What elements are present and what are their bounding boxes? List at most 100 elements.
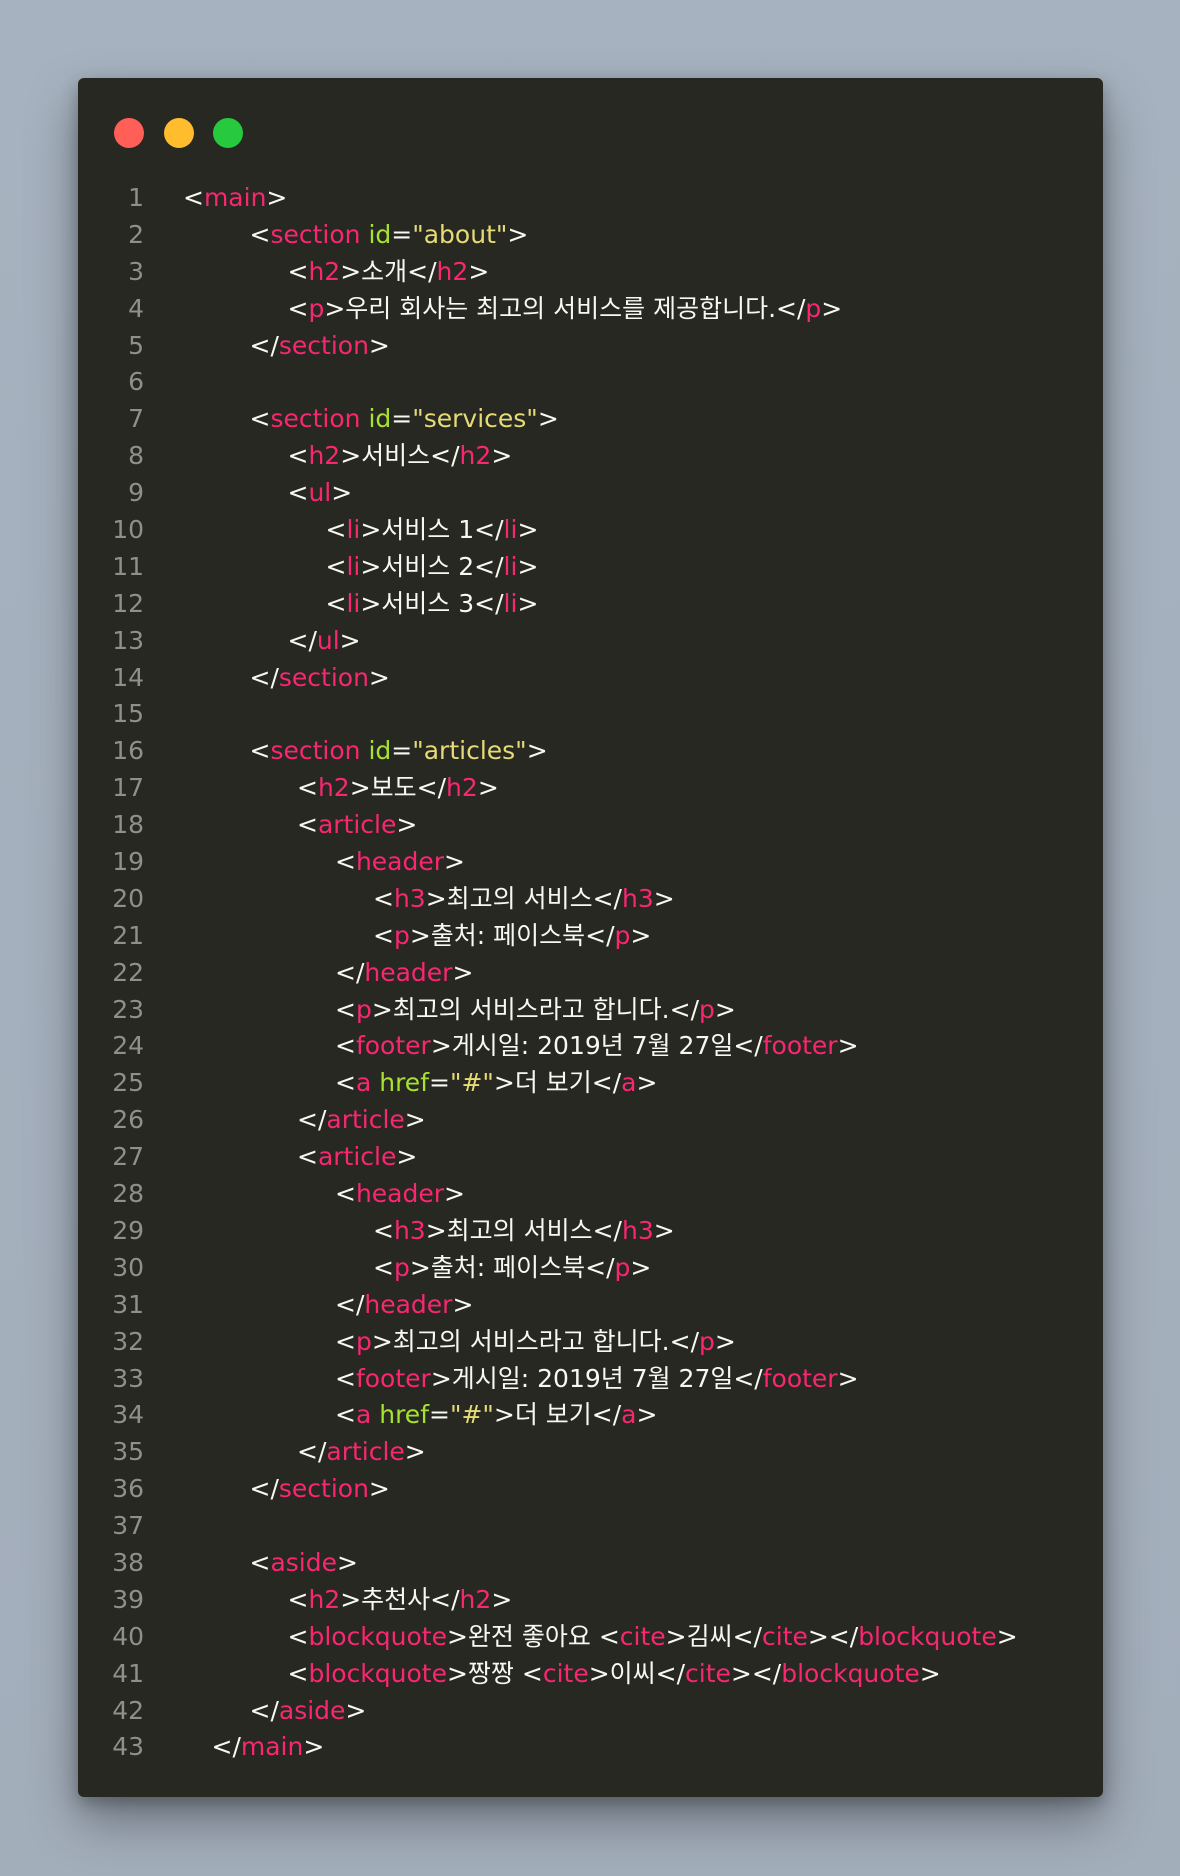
code-text: <article> (297, 807, 417, 844)
code-token: section (278, 662, 369, 692)
code-token: >서비스 3</ (360, 588, 504, 618)
code-text: </ul> (288, 623, 361, 660)
code-token: >최고의 서비스라고 합니다.</ (371, 1326, 699, 1356)
code-text: <p>우리 회사는 최고의 서비스를 제공합니다.</p> (288, 291, 843, 328)
code-text: <li>서비스 1</li> (326, 512, 539, 549)
code-line: 19 <header> (78, 844, 1103, 881)
code-token: < (287, 441, 309, 471)
line-number: 26 (112, 1105, 144, 1135)
minimize-button[interactable] (164, 118, 194, 148)
code-token: >소개</ (340, 256, 437, 286)
code-line: 42 </aside> (78, 1693, 1103, 1730)
line-number: 24 (112, 1031, 144, 1061)
code-token: < (335, 847, 356, 877)
code-token: p (355, 1326, 372, 1356)
code-token: ul (308, 478, 332, 508)
code-token: </ (249, 1474, 279, 1504)
code-token: h3 (393, 1215, 426, 1245)
code-token: blockquote (781, 1658, 920, 1688)
code-token: < (335, 1326, 356, 1356)
code-line: 10 <li>서비스 1</li> (78, 512, 1103, 549)
code-line: 27 <article> (78, 1139, 1103, 1176)
line-number: 15 (112, 699, 144, 729)
code-window: 1 <main> 2 <section id="about"> 3 <h2>소개</h2>… (78, 78, 1103, 1797)
code-token: >최고의 서비스</ (425, 883, 622, 913)
code-token: </ (249, 330, 279, 360)
code-token: >완전 좋아요 < (446, 1621, 620, 1651)
code-token: >김씨</ (665, 1621, 762, 1651)
code-token: section (270, 404, 361, 434)
code-token: >더 보기</ (493, 1400, 622, 1430)
code-token: > (491, 441, 513, 471)
code-token: p (699, 994, 715, 1024)
code-text: <p>최고의 서비스라고 합니다.</p> (335, 1324, 736, 1361)
code-text: <h3>최고의 서비스</h3> (373, 881, 675, 918)
code-token: > (653, 1215, 675, 1245)
code-token: header (355, 847, 445, 877)
code-token: section (278, 330, 369, 360)
code-token: > (636, 1400, 658, 1430)
code-token: aside (270, 1547, 337, 1577)
line-number: 9 (128, 478, 144, 508)
code-token: >게시일: 2019년 7월 27일</ (430, 1031, 763, 1061)
code-text: <section id="about"> (250, 217, 529, 254)
code-token: < (287, 293, 309, 323)
line-number: 11 (112, 551, 144, 581)
code-token: >짱짱 < (446, 1658, 543, 1688)
code-line: 28 <header> (78, 1176, 1103, 1213)
code-line: 9 <ul> (78, 475, 1103, 512)
line-number: 27 (112, 1142, 144, 1172)
code-token: > (404, 1437, 426, 1467)
code-token: < (373, 1252, 394, 1282)
code-line: 39 <h2>추천사</h2> (78, 1582, 1103, 1619)
code-token: section (278, 1474, 369, 1504)
code-token: < (373, 883, 394, 913)
close-button[interactable] (114, 118, 144, 148)
code-text: <article> (297, 1139, 417, 1176)
code-token: > (714, 1326, 736, 1356)
line-number: 18 (112, 810, 144, 840)
code-token: >서비스 1</ (360, 515, 504, 545)
code-text: </main> (212, 1729, 325, 1766)
code-token: </ (297, 1105, 327, 1135)
line-number: 13 (112, 625, 144, 655)
code-token: < (373, 920, 394, 950)
code-token: </ (249, 1695, 279, 1725)
code-text: </article> (297, 1102, 426, 1139)
code-line: 11 <li>서비스 2</li> (78, 549, 1103, 586)
line-number: 35 (112, 1437, 144, 1467)
code-text: <h2>소개</h2> (288, 254, 490, 291)
code-token: h2 (436, 256, 469, 286)
code-token: section (270, 219, 361, 249)
code-text: </header> (335, 955, 473, 992)
code-token: href (379, 1400, 429, 1430)
code-token: article (317, 1142, 397, 1172)
code-text: <p>출처: 페이스북</p> (373, 1250, 651, 1287)
code-token: < (325, 588, 347, 618)
code-token: < (297, 810, 318, 840)
code-token: > (452, 957, 474, 987)
code-token: > (996, 1621, 1018, 1651)
code-token: p (393, 920, 410, 950)
code-token: >이씨</ (588, 1658, 686, 1688)
code-token: > (537, 404, 559, 434)
code-line: 14 </section> (78, 660, 1103, 697)
code-token: p (805, 293, 822, 323)
code-line: 18 <article> (78, 807, 1103, 844)
code-line: 3 <h2>소개</h2> (78, 254, 1103, 291)
code-token: p (614, 1252, 631, 1282)
code-token: > (337, 1547, 358, 1577)
code-token: > (266, 183, 288, 212)
code-token: > (526, 736, 548, 766)
code-token: > (507, 219, 529, 249)
line-number: 40 (112, 1621, 144, 1651)
code-token: p (699, 1326, 715, 1356)
code-token: main (240, 1732, 304, 1762)
code-token: p (355, 994, 372, 1024)
code-token: < (325, 515, 347, 545)
maximize-button[interactable] (213, 118, 243, 148)
line-number: 42 (112, 1695, 144, 1725)
code-token: id (368, 219, 392, 249)
code-token: footer (355, 1363, 431, 1393)
code-token: blockquote (308, 1621, 447, 1651)
